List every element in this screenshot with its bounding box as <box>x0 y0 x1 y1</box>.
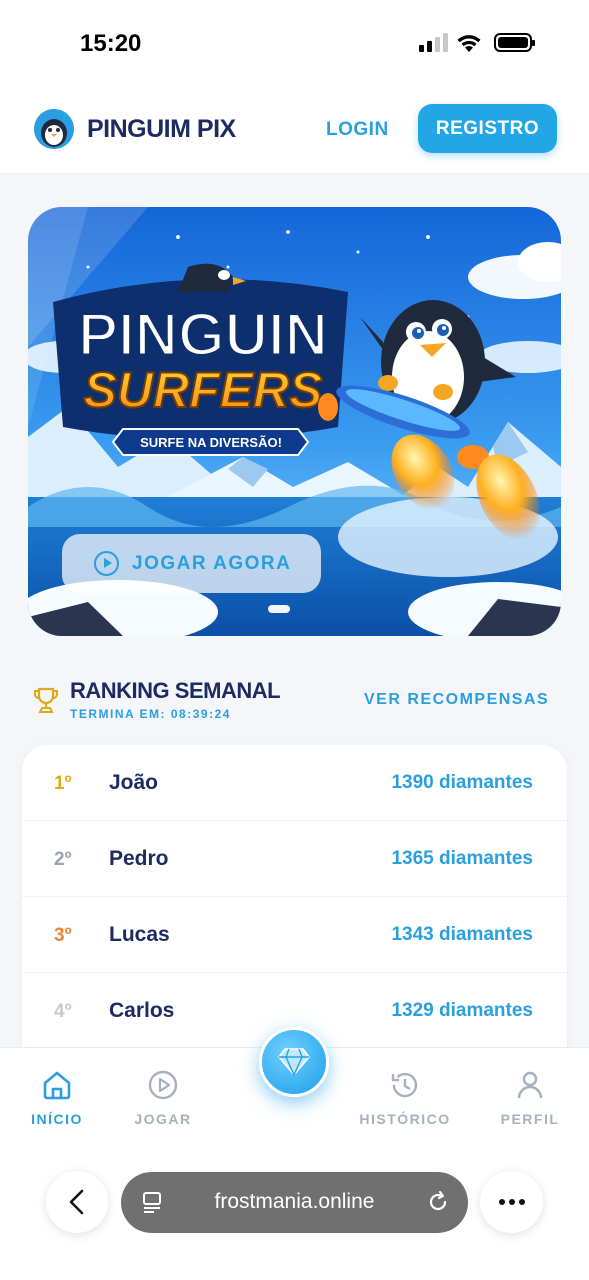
player-score: 1329 diamantes <box>391 1000 533 1021</box>
banner-title-line2: SURFERS <box>84 362 323 418</box>
more-dot <box>508 1199 515 1205</box>
status-bar: 15:20 <box>0 0 589 88</box>
ranking-title: RANKING SEMANAL <box>70 678 281 703</box>
ranking-row[interactable]: 2º Pedro 1365 diamantes <box>22 821 567 897</box>
play-circle-icon <box>94 551 119 576</box>
login-link[interactable]: LOGIN <box>326 119 389 141</box>
history-icon <box>391 1072 418 1098</box>
nav-home-label: INÍCIO <box>31 1111 83 1127</box>
nav-play[interactable]: JOGAR <box>108 1068 218 1127</box>
rank-position: 4º <box>54 1001 72 1022</box>
player-name: Carlos <box>109 999 175 1022</box>
brand-name: PINGUIM PIX <box>87 115 236 143</box>
browser-address-bar[interactable]: frostmania.online <box>121 1172 468 1233</box>
ranking-row[interactable]: 3º Lucas 1343 diamantes <box>22 897 567 973</box>
carousel-indicator[interactable] <box>268 605 290 613</box>
player-score: 1343 diamantes <box>391 924 533 945</box>
nav-profile-label: PERFIL <box>500 1111 560 1127</box>
player-score: 1390 diamantes <box>391 772 533 793</box>
play-icon <box>148 1070 178 1100</box>
more-dot <box>518 1199 525 1205</box>
browser-more-button[interactable] <box>480 1171 543 1233</box>
nav-history[interactable]: HISTÓRICO <box>350 1068 460 1127</box>
wifi-icon <box>457 35 481 52</box>
view-rewards-link[interactable]: VER RECOMPENSAS <box>364 691 549 709</box>
app-header: PINGUIM PIX LOGIN REGISTRO <box>0 88 589 174</box>
reload-icon[interactable] <box>426 1190 450 1214</box>
chevron-left-icon <box>69 1189 84 1215</box>
play-now-button[interactable]: JOGAR AGORA <box>62 534 321 593</box>
diamond-icon <box>278 1048 310 1077</box>
penguin-logo-icon <box>34 109 74 149</box>
banner-title-line1: PINGUIN <box>78 301 328 368</box>
game-banner[interactable]: PINGUIN SURFERS SURFE NA DIVERSÃO! JOGAR… <box>28 207 561 636</box>
status-time: 15:20 <box>80 30 142 57</box>
nav-home[interactable]: INÍCIO <box>2 1068 112 1127</box>
ranking-row[interactable]: 1º João 1390 diamantes <box>22 745 567 821</box>
player-name: Pedro <box>109 847 169 870</box>
player-score: 1365 diamantes <box>391 848 533 869</box>
ranking-list: 1º João 1390 diamantes 2º Pedro 1365 dia… <box>22 745 567 1075</box>
player-name: João <box>109 771 159 794</box>
rank-position: 3º <box>54 925 72 946</box>
nav-play-label: JOGAR <box>134 1111 192 1127</box>
home-icon <box>43 1071 71 1100</box>
url-text: frostmania.online <box>214 1190 375 1213</box>
banner-tagline: SURFE NA DIVERSÃO! <box>140 435 282 450</box>
browser-back-button[interactable] <box>46 1171 108 1233</box>
rank-position: 2º <box>54 849 72 870</box>
more-dot <box>498 1199 505 1205</box>
nav-profile[interactable]: PERFIL <box>475 1068 585 1127</box>
user-icon <box>517 1071 543 1099</box>
trophy-icon <box>34 687 58 713</box>
diamond-button[interactable] <box>259 1027 329 1097</box>
cellular-signal-icon <box>419 32 448 52</box>
nav-history-label: HISTÓRICO <box>359 1111 451 1127</box>
rank-position: 1º <box>54 773 72 794</box>
register-button[interactable]: REGISTRO <box>418 104 557 153</box>
battery-icon <box>494 33 535 52</box>
ranking-countdown: TERMINA EM: 08:39:24 <box>70 707 231 721</box>
player-name: Lucas <box>109 923 170 946</box>
play-now-label: JOGAR AGORA <box>132 552 292 574</box>
